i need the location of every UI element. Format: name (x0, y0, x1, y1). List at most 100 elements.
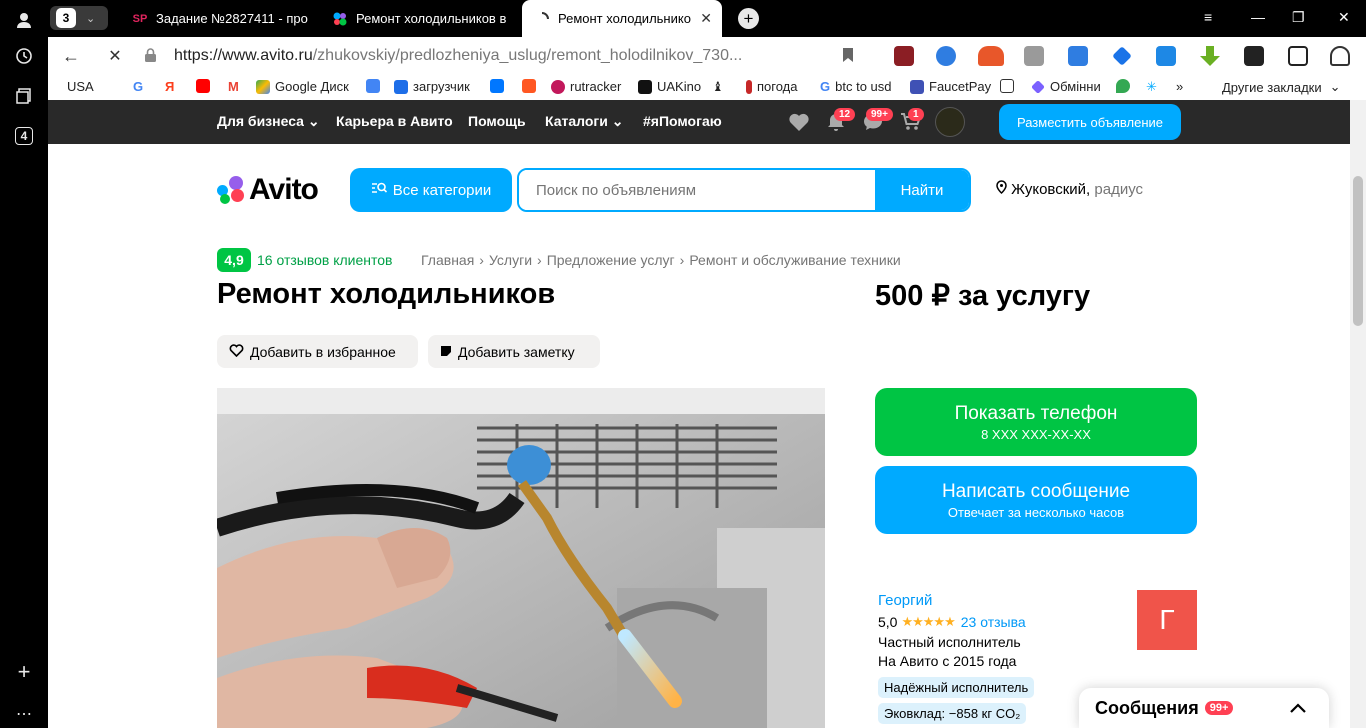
extension-gauge-icon[interactable] (978, 46, 1004, 66)
page-scrollbar[interactable] (1350, 100, 1366, 728)
avito-logo[interactable]: Avito (217, 173, 319, 207)
bookmark-gmail[interactable]: M (228, 79, 239, 94)
extension-shield-icon[interactable] (894, 46, 914, 66)
yandex-icon: Я (165, 79, 175, 94)
tab-remont-1[interactable]: Ремонт холодильников в (332, 0, 512, 37)
extension-puzzle-icon[interactable] (1288, 46, 1308, 66)
note-label: Добавить заметку (458, 343, 575, 360)
seller-since: На Авито с 2015 года (878, 653, 1017, 669)
extension-box-icon[interactable] (1024, 46, 1044, 66)
chevron-up-icon[interactable] (1289, 698, 1307, 719)
bookmark-btc[interactable]: Gbtc to usd (820, 79, 892, 94)
tab-zadanie[interactable]: SP Задание №2827411 - про (132, 0, 324, 37)
bookmark-obminni[interactable]: Обмінни (1031, 79, 1101, 94)
downloads-icon[interactable] (1330, 46, 1350, 66)
bookmark-google-drive[interactable]: Google Диск (256, 79, 349, 94)
minimize-icon[interactable]: — (1251, 9, 1265, 25)
seller-rating-value: 5,0 (878, 614, 898, 630)
show-phone-button[interactable]: Показать телефон 8 XXX XXX-XX-XX (875, 388, 1197, 456)
heart-icon (229, 343, 244, 360)
profile-icon[interactable] (12, 8, 36, 32)
bookmark-pogoda[interactable]: погода (746, 79, 798, 94)
close-window-icon[interactable]: ✕ (1338, 9, 1350, 26)
nav-help[interactable]: Помощь (468, 113, 526, 129)
bookmark-bc[interactable] (1000, 79, 1019, 93)
menu-icon[interactable]: ≡ (1204, 9, 1212, 25)
client-reviews-link[interactable]: 16 отзывов клиентов (257, 252, 393, 268)
write-message-button[interactable]: Написать сообщение Отвечает за несколько… (875, 466, 1197, 534)
bookmark-vk[interactable] (490, 79, 509, 93)
collections-icon[interactable] (12, 84, 36, 108)
stop-loading-icon[interactable]: ✕ (104, 45, 126, 67)
bookmark-yandex[interactable]: Я (165, 79, 174, 94)
vk-icon (490, 79, 504, 93)
add-note-button[interactable]: Добавить заметку (428, 335, 600, 368)
seller-name-link[interactable]: Георгий (878, 592, 932, 609)
bookmark-chess[interactable]: ♝ (712, 79, 724, 95)
breadcrumb-separator: › (537, 252, 542, 268)
messenger-widget[interactable]: Сообщения 99+ (1079, 688, 1329, 728)
search-button[interactable]: Найти (875, 170, 969, 210)
bookmark-other[interactable]: Другие закладки ⌄ (1222, 79, 1341, 95)
gmail-icon: M (228, 79, 239, 94)
bookmark-translate[interactable] (366, 79, 385, 93)
favorites-heart-icon[interactable] (788, 112, 810, 132)
search-input[interactable] (519, 170, 875, 210)
seller-rating-badge: 4,9 (217, 248, 251, 272)
user-avatar[interactable] (935, 107, 965, 137)
extension-download-icon[interactable] (1156, 46, 1176, 66)
post-ad-button[interactable]: Разместить объявление (999, 104, 1181, 140)
thermometer-icon (746, 79, 752, 94)
tab-group-button[interactable]: 3 ⌄ (50, 6, 108, 30)
categories-search-icon (371, 181, 387, 199)
tab-label: Ремонт холодильников в (356, 11, 507, 26)
bookmark-icon[interactable] (842, 47, 854, 67)
more-icon[interactable]: ⋯ (12, 702, 36, 726)
extension-diamond-icon[interactable] (1112, 46, 1132, 66)
loading-spinner-icon (534, 11, 550, 27)
bookmark-star[interactable]: ✳ (1146, 79, 1157, 95)
seller-avatar[interactable]: Г (1137, 590, 1197, 650)
bookmark-faucetpay[interactable]: FaucetPay (910, 79, 991, 94)
all-categories-button[interactable]: Все категории (350, 168, 512, 212)
add-to-favorites-button[interactable]: Добавить в избранное (217, 335, 418, 368)
breadcrumb-services[interactable]: Услуги (489, 252, 532, 268)
bookmarks-overflow[interactable]: » (1176, 79, 1183, 94)
bookmark-zagruzchik[interactable]: загрузчик (394, 79, 470, 94)
listing-photo[interactable] (217, 388, 825, 728)
bookmark-f[interactable] (522, 79, 541, 93)
all-categories-label: Все категории (392, 181, 492, 199)
bookmark-uakino[interactable]: UAKino (638, 79, 701, 94)
location-selector[interactable]: Жуковский, радиус (996, 180, 1143, 198)
breadcrumb-repair[interactable]: Ремонт и обслуживание техники (689, 252, 900, 268)
bookmark-usa[interactable]: USA (67, 79, 94, 94)
new-tab-button[interactable]: + (738, 8, 759, 29)
nav-ya-pomogayu[interactable]: #яПомогаю (643, 113, 722, 129)
extension-vpn-icon[interactable] (936, 46, 956, 66)
back-icon[interactable]: ← (60, 45, 82, 67)
breadcrumb-offers[interactable]: Предложение услуг (547, 252, 675, 268)
nav-business[interactable]: Для бизнеса ⌄ (217, 113, 320, 130)
tab-remont-active[interactable]: Ремонт холодильнико ✕ (522, 0, 722, 37)
extension-forward-icon[interactable] (1244, 46, 1264, 66)
reliable-badge[interactable]: Надёжный исполнитель (878, 677, 1035, 698)
restore-icon[interactable]: ❐ (1292, 9, 1305, 26)
breadcrumb-main[interactable]: Главная (421, 252, 474, 268)
scrollbar-thumb[interactable] (1353, 176, 1363, 326)
seller-reviews-link[interactable]: 23 отзыва (961, 614, 1026, 630)
tabs-counter-icon[interactable]: 4 (12, 124, 36, 148)
extension-arrow-down-icon[interactable] (1200, 46, 1220, 66)
extension-calendar-icon[interactable] (1068, 46, 1088, 66)
url-field[interactable]: https://www.avito.ru/zhukovskiy/predlozh… (144, 41, 904, 71)
close-tab-icon[interactable]: ✕ (700, 10, 712, 27)
notifications-badge: 12 (834, 108, 856, 121)
bookmark-google[interactable]: G (133, 79, 143, 94)
history-icon[interactable] (12, 44, 36, 68)
bookmark-rutracker[interactable]: rutracker (551, 79, 621, 94)
nav-career[interactable]: Карьера в Авито (336, 113, 453, 129)
bookmark-maps[interactable] (1116, 79, 1135, 93)
add-panel-icon[interactable]: + (12, 659, 36, 684)
eco-badge[interactable]: Эковклад: −858 кг CO₂ (878, 703, 1027, 724)
nav-catalogs[interactable]: Каталоги ⌄ (545, 113, 623, 130)
bookmark-youtube[interactable] (196, 79, 215, 93)
